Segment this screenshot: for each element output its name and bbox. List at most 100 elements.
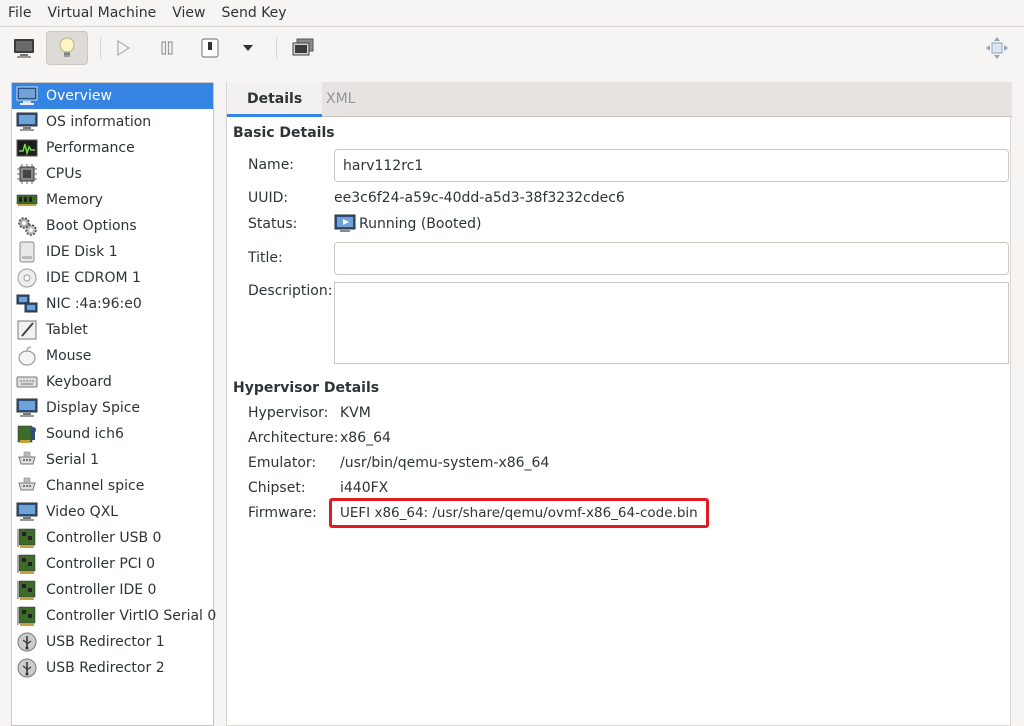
description-textarea[interactable] bbox=[334, 282, 1009, 364]
sidebar-item-performance[interactable]: Performance bbox=[12, 135, 213, 161]
controller-icon bbox=[15, 579, 39, 601]
title-label: Title: bbox=[248, 250, 283, 266]
sidebar-item-usb-redirector-1[interactable]: USB Redirector 1 bbox=[12, 629, 213, 655]
cdrom-icon bbox=[15, 267, 39, 289]
sidebar-item-sound-ich6[interactable]: Sound ich6 bbox=[12, 421, 213, 447]
sidebar-item-channel-spice[interactable]: Channel spice bbox=[12, 473, 213, 499]
tab-xml[interactable]: XML bbox=[306, 82, 375, 117]
sidebar-item-controller-pci-0[interactable]: Controller PCI 0 bbox=[12, 551, 213, 577]
sidebar-item-controller-ide-0[interactable]: Controller IDE 0 bbox=[12, 577, 213, 603]
serial-icon bbox=[15, 449, 39, 471]
status-value-group: Running (Booted) bbox=[334, 214, 481, 234]
scrollbar[interactable] bbox=[1015, 82, 1024, 137]
sidebar-item-display-spice[interactable]: Display Spice bbox=[12, 395, 213, 421]
memory-icon bbox=[15, 189, 39, 211]
shutdown-menu-button[interactable] bbox=[230, 31, 266, 65]
sidebar-item-label: NIC :4a:96:e0 bbox=[46, 296, 142, 312]
sidebar-item-overview[interactable]: Overview bbox=[12, 83, 213, 109]
sidebar-item-serial-1[interactable]: Serial 1 bbox=[12, 447, 213, 473]
sidebar-item-cpus[interactable]: CPUs bbox=[12, 161, 213, 187]
sidebar-item-label: Controller VirtIO Serial 0 bbox=[46, 608, 217, 624]
hypervisor-label: Hypervisor: bbox=[248, 405, 329, 421]
sidebar-item-ide-disk-1[interactable]: IDE Disk 1 bbox=[12, 239, 213, 265]
uuid-value: ee3c6f24-a59c-40dd-a5d3-38f3232cdec6 bbox=[334, 190, 625, 206]
emulator-label: Emulator: bbox=[248, 455, 317, 471]
details-button[interactable] bbox=[46, 31, 88, 65]
sidebar-item-memory[interactable]: Memory bbox=[12, 187, 213, 213]
menu-send-key[interactable]: Send Key bbox=[213, 0, 294, 27]
sidebar-item-label: CPUs bbox=[46, 166, 82, 182]
running-icon bbox=[334, 214, 356, 232]
disk-icon bbox=[15, 241, 39, 263]
sidebar-item-label: USB Redirector 1 bbox=[46, 634, 165, 650]
controller-icon bbox=[15, 527, 39, 549]
name-input[interactable] bbox=[334, 149, 1009, 182]
sidebar-item-label: Boot Options bbox=[46, 218, 137, 234]
console-icon bbox=[14, 39, 34, 58]
sidebar-item-label: Controller PCI 0 bbox=[46, 556, 156, 572]
sidebar-item-ide-cdrom-1[interactable]: IDE CDROM 1 bbox=[12, 265, 213, 291]
hypervisor-details-heading: Hypervisor Details bbox=[233, 380, 380, 396]
network-icon bbox=[15, 293, 39, 315]
monitor-icon bbox=[15, 111, 39, 133]
sidebar-item-controller-usb-0[interactable]: Controller USB 0 bbox=[12, 525, 213, 551]
pause-icon bbox=[161, 41, 173, 55]
power-icon bbox=[201, 38, 219, 58]
sidebar-item-video-qxl[interactable]: Video QXL bbox=[12, 499, 213, 525]
fullscreen-icon bbox=[986, 37, 1008, 59]
sidebar-item-label: IDE CDROM 1 bbox=[46, 270, 141, 286]
uuid-label: UUID: bbox=[248, 190, 289, 206]
sidebar-item-label: Display Spice bbox=[46, 400, 141, 416]
sidebar-item-label: Video QXL bbox=[46, 504, 119, 520]
sidebar-item-nic[interactable]: NIC :4a:96:e0 bbox=[12, 291, 213, 317]
menu-virtual-machine[interactable]: Virtual Machine bbox=[39, 0, 164, 27]
architecture-value: x86_64 bbox=[340, 430, 391, 446]
menu-file[interactable]: File bbox=[0, 0, 39, 27]
lightbulb-icon bbox=[59, 37, 75, 57]
description-label: Description: bbox=[248, 283, 333, 299]
channel-icon bbox=[15, 475, 39, 497]
sidebar-item-label: Controller IDE 0 bbox=[46, 582, 157, 598]
name-label: Name: bbox=[248, 157, 295, 173]
sidebar-item-label: Keyboard bbox=[46, 374, 112, 390]
emulator-value: /usr/bin/qemu-system-x86_64 bbox=[340, 455, 550, 471]
sidebar-item-boot-options[interactable]: Boot Options bbox=[12, 213, 213, 239]
sidebar-item-os-information[interactable]: OS information bbox=[12, 109, 213, 135]
display-icon bbox=[15, 397, 39, 419]
sidebar-item-mouse[interactable]: Mouse bbox=[12, 343, 213, 369]
hardware-list: Overview OS information Performance CPUs… bbox=[11, 82, 217, 726]
sidebar-item-controller-virtio-serial-0[interactable]: Controller VirtIO Serial 0 bbox=[12, 603, 217, 629]
pause-button[interactable] bbox=[148, 31, 186, 65]
hypervisor-value: KVM bbox=[340, 405, 371, 421]
controller-icon bbox=[15, 553, 39, 575]
sound-icon bbox=[15, 423, 39, 445]
console-button[interactable] bbox=[5, 31, 43, 65]
shutdown-button[interactable] bbox=[191, 31, 229, 65]
performance-icon bbox=[15, 137, 39, 159]
run-button[interactable] bbox=[104, 31, 142, 65]
sidebar-item-label: Tablet bbox=[46, 322, 88, 338]
firmware-label: Firmware: bbox=[248, 505, 317, 521]
sidebar-item-label: Memory bbox=[46, 192, 103, 208]
title-input[interactable] bbox=[334, 242, 1009, 275]
gears-icon bbox=[15, 215, 39, 237]
chipset-value: i440FX bbox=[340, 480, 389, 496]
fullscreen-button[interactable] bbox=[978, 31, 1016, 65]
sidebar-item-label: Serial 1 bbox=[46, 452, 99, 468]
controller-icon bbox=[15, 605, 39, 627]
snapshot-button[interactable] bbox=[284, 31, 322, 65]
cpu-icon bbox=[15, 163, 39, 185]
dropdown-arrow-icon bbox=[243, 45, 253, 51]
video-icon bbox=[15, 501, 39, 523]
sidebar-item-tablet[interactable]: Tablet bbox=[12, 317, 213, 343]
sidebar-item-keyboard[interactable]: Keyboard bbox=[12, 369, 213, 395]
toolbar bbox=[0, 27, 1024, 71]
mouse-icon bbox=[15, 345, 39, 367]
menu-view[interactable]: View bbox=[164, 0, 213, 27]
sidebar-item-usb-redirector-2[interactable]: USB Redirector 2 bbox=[12, 655, 213, 681]
sidebar-item-label: Mouse bbox=[46, 348, 92, 364]
sidebar-item-label: Controller USB 0 bbox=[46, 530, 162, 546]
sidebar-item-label: IDE Disk 1 bbox=[46, 244, 118, 260]
chipset-label: Chipset: bbox=[248, 480, 306, 496]
sidebar-item-label: Sound ich6 bbox=[46, 426, 124, 442]
